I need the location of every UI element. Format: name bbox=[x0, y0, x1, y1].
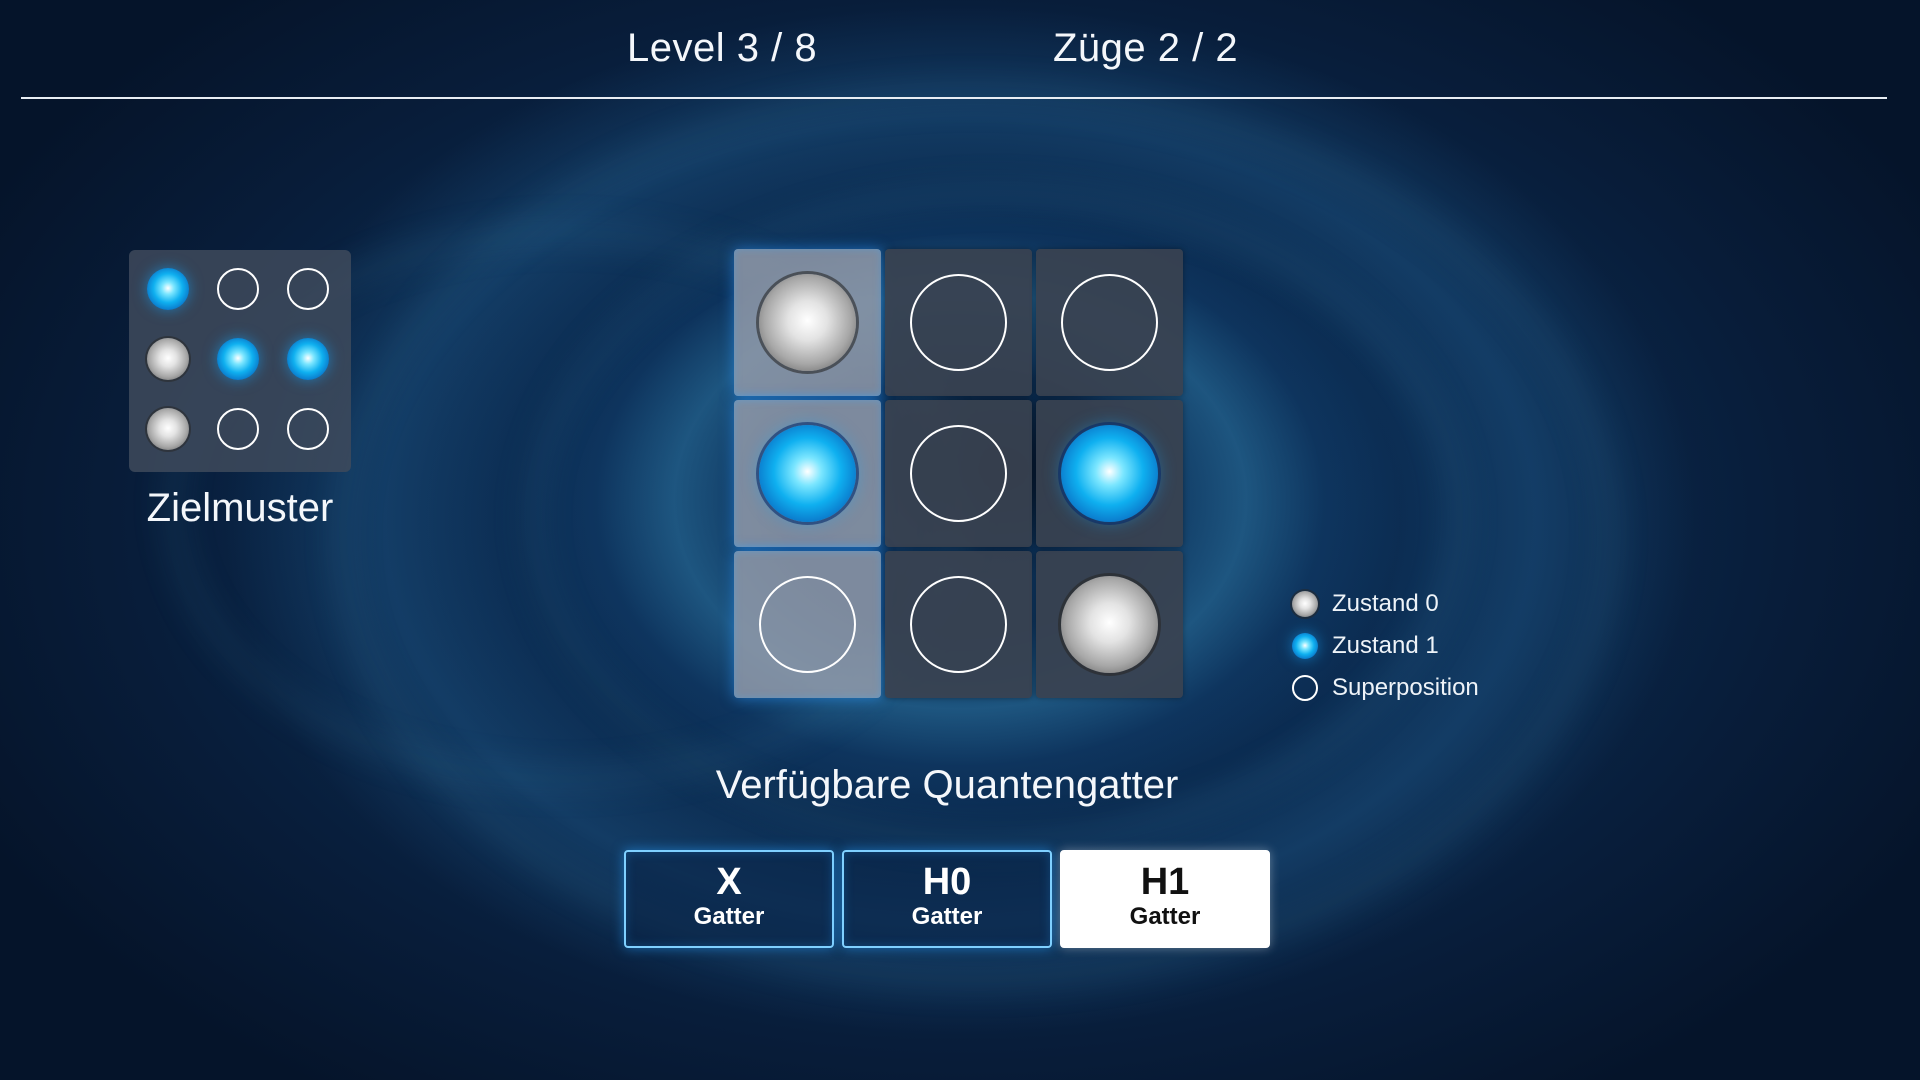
gates-title: Verfügbare Quantengatter bbox=[715, 763, 1179, 807]
legend-label: Zustand 1 bbox=[1332, 632, 1439, 659]
gate-name: X bbox=[716, 861, 742, 903]
board-cell[interactable] bbox=[885, 249, 1032, 396]
board-cell[interactable] bbox=[1036, 249, 1183, 396]
target-pattern-panel bbox=[129, 250, 351, 472]
target-qubit-state-1 bbox=[287, 338, 329, 380]
state-legend: Zustand 0 Zustand 1 Superposition bbox=[1292, 583, 1479, 709]
target-pattern-grid bbox=[145, 266, 335, 456]
gate-sublabel: Gatter bbox=[693, 903, 765, 930]
target-qubit-state-1 bbox=[217, 338, 259, 380]
legend-item: Zustand 0 bbox=[1292, 583, 1479, 625]
legend-qubit-superposition-icon bbox=[1292, 675, 1318, 701]
moves-counter: Züge 2 / 2 bbox=[1053, 26, 1239, 70]
target-pattern-title: Zielmuster bbox=[146, 486, 334, 530]
header-divider bbox=[21, 97, 1887, 99]
target-qubit-superposition bbox=[217, 268, 259, 310]
qubit-superposition bbox=[910, 576, 1007, 673]
gate-sublabel: Gatter bbox=[1129, 903, 1201, 930]
qubit-superposition bbox=[1061, 274, 1158, 371]
target-qubit-superposition bbox=[217, 408, 259, 450]
legend-qubit-state-0-icon bbox=[1292, 591, 1318, 617]
gate-sublabel: Gatter bbox=[911, 903, 983, 930]
target-qubit-superposition bbox=[287, 408, 329, 450]
target-qubit-state-1 bbox=[147, 268, 189, 310]
qubit-superposition bbox=[759, 576, 856, 673]
gate-button-x[interactable]: X Gatter bbox=[624, 850, 834, 948]
qubit-state-1 bbox=[1061, 425, 1158, 522]
gate-button-h1[interactable]: H1 Gatter bbox=[1060, 850, 1270, 948]
board-cell[interactable] bbox=[1036, 400, 1183, 547]
board-cell[interactable] bbox=[1036, 551, 1183, 698]
board-cell[interactable] bbox=[885, 551, 1032, 698]
legend-item: Zustand 1 bbox=[1292, 625, 1479, 667]
qubit-superposition bbox=[910, 274, 1007, 371]
legend-label: Superposition bbox=[1332, 674, 1479, 701]
gate-button-h0[interactable]: H0 Gatter bbox=[842, 850, 1052, 948]
board-cell[interactable] bbox=[734, 400, 881, 547]
qubit-state-1 bbox=[759, 425, 856, 522]
level-indicator: Level 3 / 8 bbox=[627, 26, 818, 70]
board-cell[interactable] bbox=[734, 551, 881, 698]
board-cell[interactable] bbox=[885, 400, 1032, 547]
legend-item: Superposition bbox=[1292, 667, 1479, 709]
qubit-state-0 bbox=[1061, 576, 1158, 673]
target-qubit-state-0 bbox=[147, 338, 189, 380]
board-cell[interactable] bbox=[734, 249, 881, 396]
gate-name: H1 bbox=[1140, 861, 1190, 903]
target-qubit-state-0 bbox=[147, 408, 189, 450]
qubit-board bbox=[734, 249, 1186, 701]
legend-qubit-state-1-icon bbox=[1292, 633, 1318, 659]
qubit-superposition bbox=[910, 425, 1007, 522]
gate-name: H0 bbox=[922, 861, 972, 903]
legend-label: Zustand 0 bbox=[1332, 590, 1439, 617]
target-qubit-superposition bbox=[287, 268, 329, 310]
qubit-state-0 bbox=[759, 274, 856, 371]
